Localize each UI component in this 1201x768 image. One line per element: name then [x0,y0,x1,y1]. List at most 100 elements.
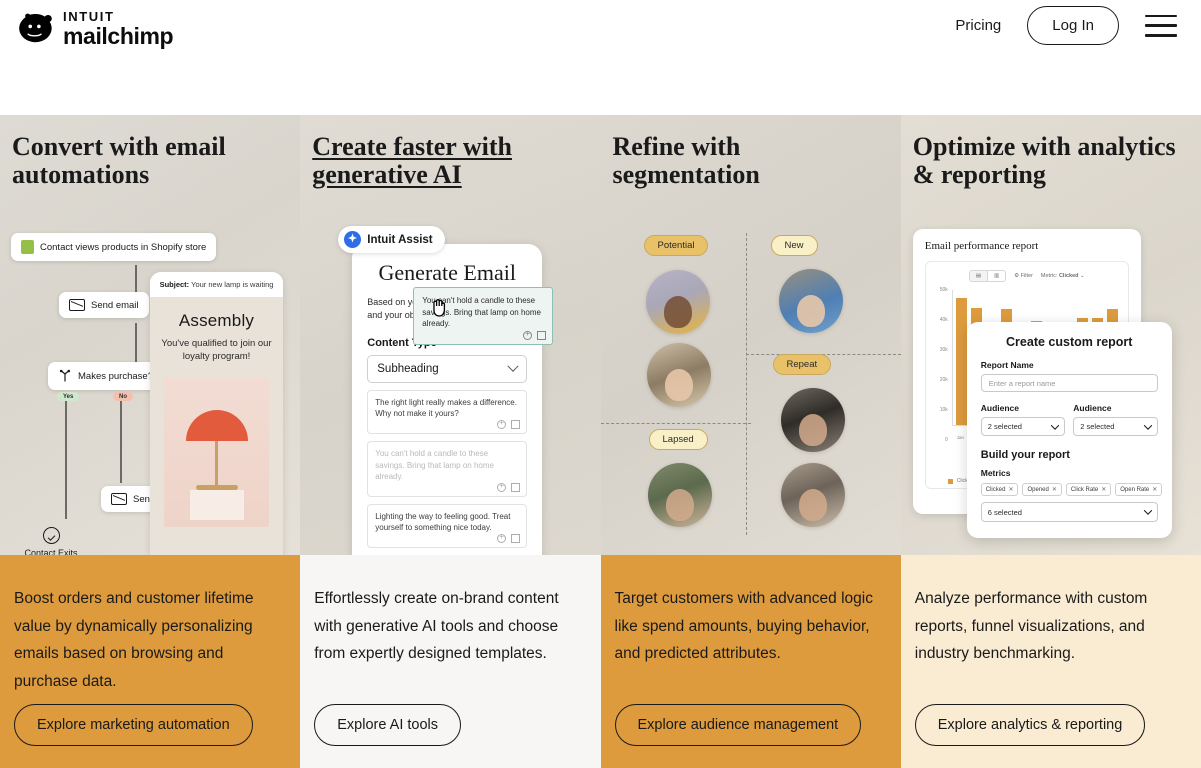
check-circle-icon [42,527,60,544]
content-type-select[interactable]: Subheading [367,355,528,384]
report-title: Email performance report [924,240,1039,252]
feature-card-automations: Convert with email automations Contact v… [0,115,301,768]
metric-chip-label: Clicked [985,486,1006,493]
flow-node-condition-label: Makes purchase? [78,370,153,382]
card-body-automations: Boost orders and customer lifetime value… [0,555,301,768]
copy-icon[interactable] [511,534,521,544]
intuit-assist-label: Intuit Assist [367,233,433,246]
mailchimp-freddie-icon [19,13,52,43]
ai-suggestion-2-text: You can't hold a candle to these savings… [375,449,494,481]
suggestion-actions[interactable] [497,480,521,493]
feature-card-analytics: Optimize with analytics & reporting Emai… [900,115,1201,768]
card-illustration-generative-ai: Create faster with generative AI Generat… [300,115,601,555]
bar-chart-icon[interactable]: ▤ [969,271,988,281]
chart-y-tick-label: 50k [939,287,948,293]
card-illustration-segmentation: Refine with segmentation Potential New R… [600,115,901,555]
remove-chip-icon[interactable]: ✕ [1152,486,1157,493]
email-subject-line: Subject: Your new lamp is waiting [150,272,283,297]
lamp-pedestal [189,489,244,520]
cta-explore-ai-tools[interactable]: Explore AI tools [314,704,461,746]
quadrant-vertical-divider [745,233,747,535]
add-icon[interactable] [497,480,507,493]
flow-connector [65,401,67,441]
audience-label-1: Audience [980,403,1020,413]
ai-suggestion-1[interactable]: The right light really makes a differenc… [367,390,528,435]
card-description-automations: Boost orders and customer lifetime value… [14,590,254,690]
metrics-select[interactable]: 6 selected [980,502,1158,522]
dragged-ai-suggestion[interactable]: You can't hold a candle to these savings… [413,287,554,345]
card-heading-segmentation[interactable]: Refine with segmentation [613,132,885,189]
line-chart-icon[interactable]: ▥ [987,271,1006,281]
suggestion-actions[interactable] [523,328,547,340]
metric-chip[interactable]: Clicked ✕ [980,483,1019,496]
copy-icon[interactable] [511,483,521,493]
audience-value-1: 2 selected [987,422,1022,431]
flow-branch-yes-label: Yes [57,392,80,401]
copy-icon[interactable] [537,330,547,340]
add-icon[interactable] [523,328,533,340]
login-button[interactable]: Log In [1027,6,1119,45]
metric-chips: Clicked ✕ Opened ✕ Click Rate ✕ Open Rate ✕ [980,483,1163,496]
cta-explore-audience-management[interactable]: Explore audience management [614,704,862,746]
metric-chip[interactable]: Open Rate ✕ [1115,483,1163,496]
segment-tag-repeat: Repeat [772,354,832,375]
metric-selector[interactable]: Metric: Clicked ⌄ [1041,273,1085,279]
audience-selector-2: Audience 2 selected [1073,392,1158,436]
audience-selector-1: Audience 2 selected [980,392,1066,436]
create-custom-report-modal: Create custom report Report Name Enter a… [966,322,1172,538]
ai-suggestion-2[interactable]: You can't hold a candle to these savings… [367,441,528,498]
metric-label: Metric: [1040,273,1058,279]
add-icon[interactable] [497,417,507,430]
card-heading-automations[interactable]: Convert with email automations [12,132,284,189]
report-name-input[interactable]: Enter a report name [980,374,1158,392]
cta-explore-analytics-reporting[interactable]: Explore analytics & reporting [914,704,1146,746]
card-body-segmentation: Target customers with advanced logic lik… [600,555,901,768]
filter-control[interactable]: ⚙ Filter [1014,273,1033,279]
chart-y-tick-label: 40k [939,317,948,323]
audience-value-2: 2 selected [1080,422,1115,431]
avatar [780,463,845,527]
card-description-segmentation: Target customers with advanced logic lik… [614,590,873,663]
ai-suggestion-3-text: Lighting the way to feeling good. Treat … [375,512,511,533]
flow-node-send-email-label: Send email [91,299,139,311]
report-name-placeholder: Enter a report name [988,378,1056,388]
audience-select-1[interactable]: 2 selected [980,417,1066,436]
flow-node-condition[interactable]: Makes purchase? [48,362,163,390]
logo-mailchimp-text: mailchimp [63,23,174,49]
avatar [646,343,711,407]
remove-chip-icon[interactable]: ✕ [1101,486,1106,493]
hamburger-menu-icon[interactable] [1145,14,1177,37]
pricing-link[interactable]: Pricing [951,11,1005,40]
feature-card-segmentation: Refine with segmentation Potential New R… [600,115,901,768]
suggestion-actions[interactable] [497,531,521,544]
metric-chip-label: Opened [1027,486,1049,493]
flow-connector [65,441,67,519]
mailchimp-logo[interactable]: INTUIT mailchimp [16,10,174,49]
metric-chip-label: Open Rate [1120,486,1150,493]
flow-node-send-email[interactable]: Send email [59,292,149,318]
remove-chip-icon[interactable]: ✕ [1052,486,1057,493]
flow-node-trigger[interactable]: Contact views products in Shopify store [11,233,217,261]
card-body-analytics: Analyze performance with custom reports,… [900,555,1201,768]
build-report-heading: Build your report [980,449,1070,461]
metric-value: Clicked [1058,273,1079,279]
chevron-down-icon [1143,420,1152,430]
add-icon[interactable] [497,531,507,544]
content-type-value: Subheading [377,363,439,376]
card-heading-analytics[interactable]: Optimize with analytics & reporting [913,132,1185,189]
metric-chip[interactable]: Click Rate ✕ [1065,483,1112,496]
chart-y-tick-label: 30k [939,347,948,353]
legend-swatch [947,478,953,484]
filter-label: Filter [1020,273,1033,279]
suggestion-actions[interactable] [497,417,521,430]
chart-type-toggle[interactable]: ▤ ▥ [968,270,1007,282]
copy-icon[interactable] [511,420,521,430]
card-heading-generative-ai[interactable]: Create faster with generative AI [312,132,584,189]
segment-tag-lapsed: Lapsed [648,429,708,450]
ai-suggestion-3[interactable]: Lighting the way to feeling good. Treat … [367,504,528,549]
generate-email-title: Generate Email [378,260,516,285]
cta-explore-marketing-automation[interactable]: Explore marketing automation [14,704,253,746]
remove-chip-icon[interactable]: ✕ [1008,486,1013,493]
audience-select-2[interactable]: 2 selected [1073,417,1158,436]
metric-chip[interactable]: Opened ✕ [1022,483,1062,496]
